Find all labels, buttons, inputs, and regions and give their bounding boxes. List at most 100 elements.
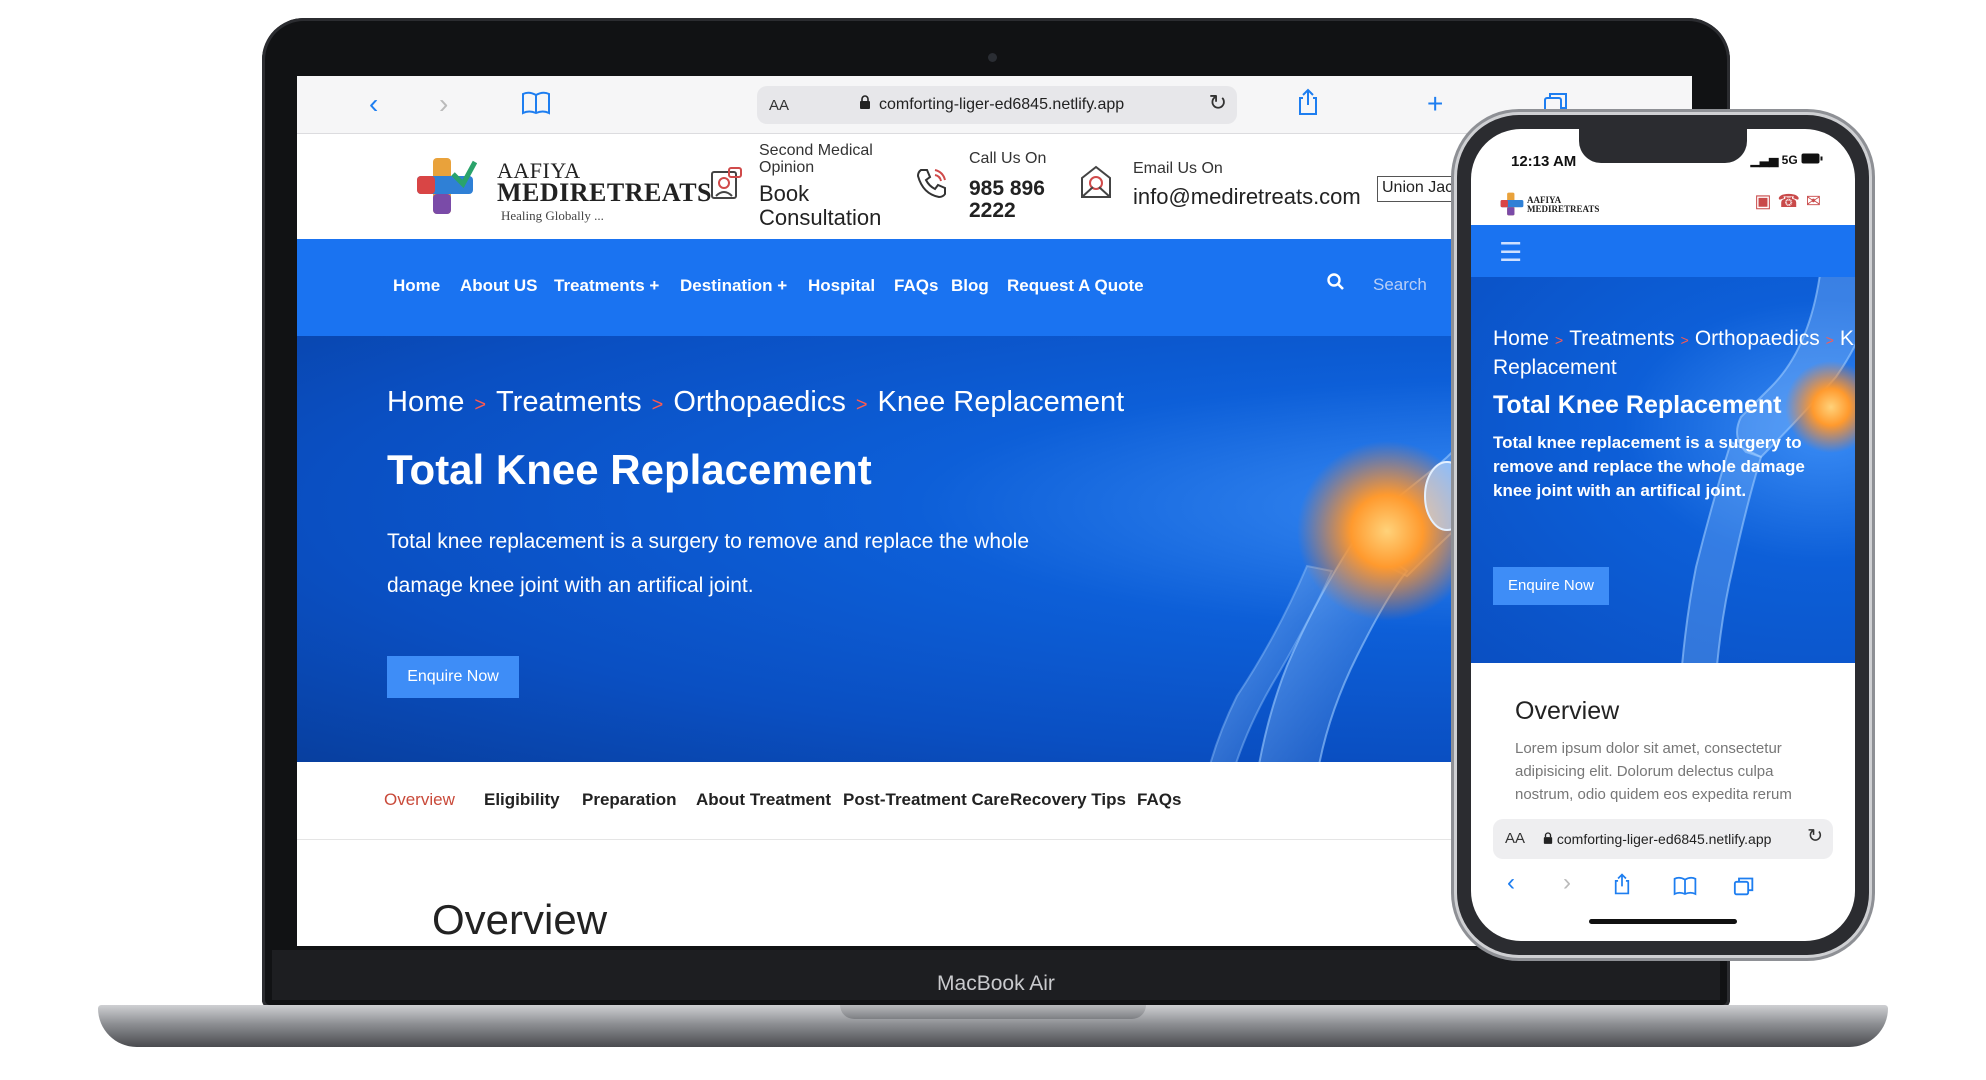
nav-destination[interactable]: Destination + bbox=[680, 276, 787, 296]
nav-treatments[interactable]: Treatments + bbox=[554, 276, 659, 296]
lock-icon bbox=[859, 95, 871, 112]
breadcrumb-separator: > bbox=[1555, 332, 1564, 348]
breadcrumb-home[interactable]: Home bbox=[387, 386, 464, 418]
laptop-brand-label: MacBook Air bbox=[937, 972, 1055, 995]
tab-about-treatment[interactable]: About Treatment bbox=[696, 790, 831, 810]
new-tab-icon[interactable]: + bbox=[1427, 88, 1443, 120]
search-box[interactable]: Search bbox=[1317, 267, 1447, 307]
tab-post-treatment-care[interactable]: Post-Treatment Care bbox=[843, 790, 1009, 810]
home-indicator[interactable] bbox=[1589, 919, 1737, 924]
nav-home[interactable]: Home bbox=[393, 276, 440, 296]
phone-browser-toolbar: ‹ › bbox=[1471, 865, 1855, 905]
phone-hero-banner: Home>Treatments>Orthopaedics>Knee Replac… bbox=[1471, 277, 1855, 663]
phone-call-icon[interactable]: ☎ bbox=[1777, 191, 1805, 211]
lock-icon bbox=[1543, 831, 1557, 847]
phone-url-text: comforting-liger-ed6845.netlify.app bbox=[1543, 831, 1771, 847]
share-icon[interactable] bbox=[1613, 873, 1631, 902]
reload-icon[interactable]: ↻ bbox=[1807, 825, 1823, 848]
email-link[interactable]: info@mediretreats.com bbox=[1133, 184, 1361, 210]
nav-request-quote[interactable]: Request A Quote bbox=[1007, 276, 1144, 296]
enquire-now-button[interactable]: Enquire Now bbox=[387, 656, 519, 698]
phone-site-header: AAFIYA MEDIRETREATS ▣☎✉ bbox=[1471, 187, 1855, 223]
status-indicators: ▁▃▅ 5G bbox=[1751, 153, 1823, 167]
mockup-stage: MacBook Air ‹ › AA comforting-liger-ed68… bbox=[0, 0, 1986, 1080]
logo-icon[interactable] bbox=[1499, 191, 1525, 217]
breadcrumb-home[interactable]: Home bbox=[1493, 327, 1549, 350]
tab-faqs[interactable]: FAQs bbox=[1137, 790, 1181, 810]
forward-icon[interactable]: › bbox=[1563, 869, 1571, 897]
bookmarks-icon[interactable] bbox=[1673, 875, 1697, 903]
phone-header-icons: ▣☎✉ bbox=[1754, 191, 1827, 212]
phone-logo-line2: MEDIRETREATS bbox=[1527, 204, 1600, 214]
search-input[interactable]: Search bbox=[1373, 275, 1427, 295]
phone-screen: 12:13 AM ▁▃▅ 5G AAFIYA MEDIRETREATS ▣☎✉ … bbox=[1471, 129, 1855, 941]
tab-overview[interactable]: Overview bbox=[384, 790, 455, 810]
breadcrumb-orthopaedics[interactable]: Orthopaedics bbox=[1695, 327, 1820, 350]
consultation-icon[interactable]: ▣ bbox=[1754, 191, 1777, 211]
logo-tagline: Healing Globally ... bbox=[501, 208, 604, 223]
reader-aa-button[interactable]: AA bbox=[1505, 830, 1525, 847]
network-label: 5G bbox=[1781, 153, 1798, 167]
phone-call-icon bbox=[915, 166, 949, 208]
hero-description: Total knee replacement is a surgery to r… bbox=[387, 530, 1030, 597]
breadcrumb-separator: > bbox=[651, 394, 664, 416]
email-icon[interactable]: ✉ bbox=[1806, 191, 1827, 211]
phone-notch bbox=[1579, 129, 1747, 163]
address-bar[interactable]: AA comforting-liger-ed6845.netlify.app ↻ bbox=[757, 86, 1237, 124]
search-icon[interactable] bbox=[1327, 273, 1345, 297]
reader-aa-button[interactable]: AA bbox=[769, 97, 789, 114]
tab-eligibility[interactable]: Eligibility bbox=[484, 790, 560, 810]
bookmarks-icon[interactable] bbox=[521, 90, 551, 122]
book-consultation-link[interactable]: Book Consultation bbox=[759, 182, 889, 230]
phone-overview-text: Lorem ipsum dolor sit amet, consectetur … bbox=[1515, 740, 1792, 811]
phone-breadcrumb: Home>Treatments>Orthopaedics>Knee Replac… bbox=[1493, 325, 1855, 382]
tab-recovery-tips[interactable]: Recovery Tips bbox=[1010, 790, 1126, 810]
breadcrumb-separator: > bbox=[474, 394, 487, 416]
phone-overview-heading: Overview bbox=[1515, 697, 1620, 725]
battery-icon bbox=[1801, 153, 1823, 167]
breadcrumb-knee-replacement[interactable]: Knee Replacement bbox=[878, 386, 1125, 418]
phone-number-link[interactable]: 985 896 2222 bbox=[969, 178, 1069, 222]
back-icon[interactable]: ‹ bbox=[369, 88, 378, 120]
laptop-camera bbox=[988, 53, 997, 62]
phone-address-bar[interactable]: AA comforting-liger-ed6845.netlify.app ↻ bbox=[1493, 819, 1833, 859]
phone-nav: ☰ bbox=[1471, 225, 1855, 277]
forward-icon[interactable]: › bbox=[439, 88, 448, 120]
share-icon[interactable] bbox=[1297, 88, 1319, 123]
logo-line2: MEDIRETREATS bbox=[497, 178, 713, 207]
email-icon bbox=[1079, 164, 1113, 208]
overview-heading: Overview bbox=[432, 896, 608, 943]
consultation-icon bbox=[709, 166, 743, 210]
phone-hero-description: Total knee replacement is a surgery to r… bbox=[1493, 433, 1805, 500]
status-time: 12:13 AM bbox=[1511, 153, 1577, 170]
nav-blog[interactable]: Blog bbox=[951, 276, 989, 296]
call-label: Call Us On bbox=[969, 150, 1047, 167]
url-text: comforting-liger-ed6845.netlify.app bbox=[879, 96, 1125, 113]
enquire-now-button[interactable]: Enquire Now bbox=[1493, 567, 1609, 605]
breadcrumb-treatments[interactable]: Treatments bbox=[1569, 327, 1674, 350]
language-selector[interactable]: Union Jack bbox=[1377, 176, 1467, 202]
laptop-hinge-notch bbox=[840, 1005, 1146, 1019]
phone-page-title: Total Knee Replacement bbox=[1493, 391, 1782, 419]
page-title: Total Knee Replacement bbox=[387, 446, 872, 493]
nav-about[interactable]: About US bbox=[460, 276, 537, 296]
phone-device: 12:13 AM ▁▃▅ 5G AAFIYA MEDIRETREATS ▣☎✉ … bbox=[1457, 115, 1869, 955]
phone-logo-text: AAFIYA MEDIRETREATS bbox=[1527, 196, 1599, 214]
nav-hospital[interactable]: Hospital bbox=[808, 276, 875, 296]
reload-icon[interactable]: ↻ bbox=[1209, 90, 1227, 116]
breadcrumb-separator: > bbox=[1825, 332, 1834, 348]
email-label: Email Us On bbox=[1133, 160, 1223, 177]
breadcrumb-separator: > bbox=[1680, 332, 1689, 348]
hamburger-menu-icon[interactable]: ☰ bbox=[1499, 237, 1522, 268]
breadcrumb-orthopaedics[interactable]: Orthopaedics bbox=[673, 386, 846, 418]
consult-label: Second Medical Opinion bbox=[759, 142, 873, 176]
tabs-icon[interactable] bbox=[1733, 875, 1755, 903]
back-icon[interactable]: ‹ bbox=[1507, 869, 1515, 897]
logo-icon[interactable] bbox=[413, 154, 477, 218]
tab-preparation[interactable]: Preparation bbox=[582, 790, 676, 810]
breadcrumb: Home > Treatments > Orthopaedics > Knee Replac… bbox=[387, 386, 1124, 419]
signal-icon: ▁▃▅ bbox=[1750, 153, 1779, 167]
nav-faqs[interactable]: FAQs bbox=[894, 276, 938, 296]
breadcrumb-treatments[interactable]: Treatments bbox=[496, 386, 642, 418]
phone-url: comforting-liger-ed6845.netlify.app bbox=[1556, 831, 1772, 847]
